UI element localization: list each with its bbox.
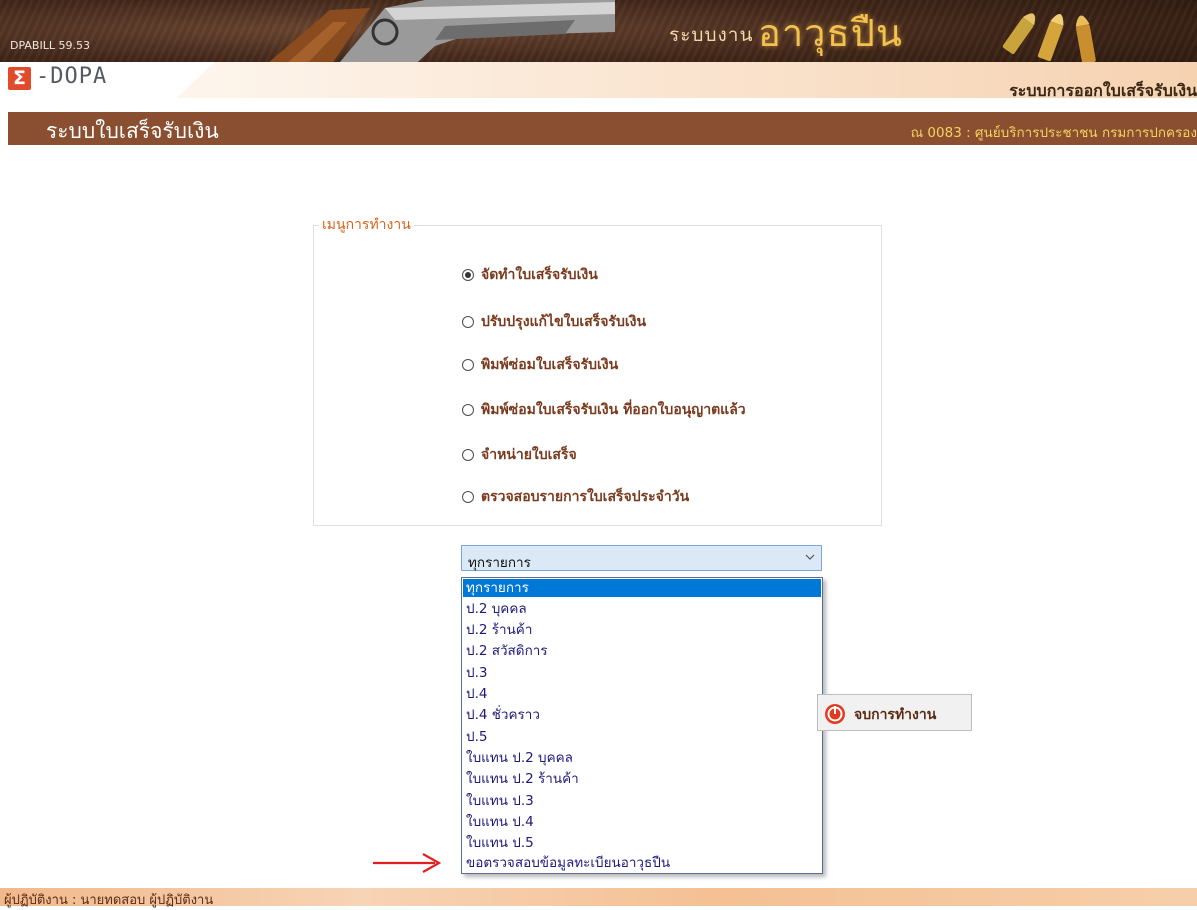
list-item-p4[interactable]: ป.4 [463,685,821,703]
list-item-p4-temporary[interactable]: ป.4 ชั่วคราว [463,706,821,724]
radio-button[interactable] [462,316,474,328]
operator-label: ผู้ปฏิบัติงาน : นายทดสอบ ผู้ปฏิบัติงาน [4,893,214,908]
list-item-replacement-p2-shop[interactable]: ใบแทน ป.2 ร้านค้า [463,770,821,788]
app-title: อาวุธปืน [758,11,903,55]
system-name: ระบบการออกใบเสร็จรับเงิน [1009,81,1197,100]
bullets-image [1002,13,1096,64]
logo-strip: Σ -DOPA ระบบการออกใบเสร็จรับเงิน [0,62,1197,100]
list-item-replacement-p4[interactable]: ใบแทน ป.4 [463,813,821,831]
list-item-replacement-p2-person[interactable]: ใบแทน ป.2 บุคคล [463,749,821,767]
list-item-p5[interactable]: ป.5 [463,728,821,746]
work-menu: เมนูการทำงาน จัดทำใบเสร็จรับเงิน ปรับปรุ… [313,214,882,526]
logo-background [0,62,215,98]
receipt-type-selected-value: ทุกรายการ [468,555,531,571]
list-item-all[interactable]: ทุกรายการ [463,579,821,597]
title-bar: ระบบใบเสร็จรับเงิน ณ 0083 : ศูนย์บริการป… [8,112,1197,145]
menu-option-label: จัดทำใบเสร็จรับเงิน [481,267,598,283]
footer-bar: ผู้ปฏิบัติงาน : นายทดสอบ ผู้ปฏิบัติงาน [0,888,1197,908]
chevron-down-icon [805,554,815,560]
list-item-p2-shop[interactable]: ป.2 ร้านค้า [463,621,821,639]
radio-button[interactable] [462,491,474,503]
receipt-type-select[interactable]: ทุกรายการ [461,545,822,571]
list-item-replacement-p3[interactable]: ใบแทน ป.3 [463,792,821,810]
exit-button-label: จบการทำงาน [854,707,937,723]
edopa-logo-icon: Σ [8,67,31,90]
receipt-type-listbox: ทุกรายการ ป.2 บุคคล ป.2 ร้านค้า ป.2 สวัส… [461,577,823,874]
menu-option-daily-check[interactable]: ตรวจสอบรายการใบเสร็จประจำวัน [462,486,689,508]
list-item-p2-welfare[interactable]: ป.2 สวัสดิการ [463,642,821,660]
app-title-small: ระบบงาน [669,24,754,46]
list-item-replacement-p5[interactable]: ใบแทน ป.5 [463,834,821,852]
radio-button[interactable] [462,359,474,371]
menu-option-label: ปรับปรุงแก้ไขใบเสร็จรับเงิน [481,314,647,330]
menu-option-reprint-licensed[interactable]: พิมพ์ซ่อมใบเสร็จรับเงิน ที่ออกใบอนุญาตแล… [462,399,746,421]
annotation-arrow-icon [373,853,442,873]
list-item-p2-person[interactable]: ป.2 บุคคล [463,600,821,618]
radio-button[interactable] [462,449,474,461]
office-label: ณ 0083 : ศูนย์บริการประชาชน กรมการปกครอง [910,125,1197,141]
edopa-logo-text: -DOPA [36,64,108,89]
power-icon [825,704,845,724]
page-title: ระบบใบเสร็จรับเงิน [46,119,219,143]
radio-button[interactable] [462,269,474,281]
menu-option-label: พิมพ์ซ่อมใบเสร็จรับเงิน ที่ออกใบอนุญาตแล… [481,402,746,418]
menu-option-label: พิมพ์ซ่อมใบเสร็จรับเงิน [481,357,619,373]
menu-option-dispose-receipt[interactable]: จำหน่ายใบเสร็จ [462,444,577,466]
version-label: DPABILL 59.53 [10,39,90,52]
menu-option-label: จำหน่ายใบเสร็จ [481,447,577,463]
menu-option-label: ตรวจสอบรายการใบเสร็จประจำวัน [481,489,690,505]
menu-option-edit-receipt[interactable]: ปรับปรุงแก้ไขใบเสร็จรับเงิน [462,311,646,333]
list-item-check-gun-registration[interactable]: ขอตรวจสอบข้อมูลทะเบียนอาวุธปืน [463,854,821,872]
work-menu-legend: เมนูการทำงาน [319,214,414,236]
menu-option-reprint-receipt[interactable]: พิมพ์ซ่อมใบเสร็จรับเงิน [462,354,618,376]
list-item-p3[interactable]: ป.3 [463,664,821,682]
menu-option-create-receipt[interactable]: จัดทำใบเสร็จรับเงิน [462,264,598,286]
radio-button[interactable] [462,404,474,416]
exit-button[interactable]: จบการทำงาน [817,694,972,731]
